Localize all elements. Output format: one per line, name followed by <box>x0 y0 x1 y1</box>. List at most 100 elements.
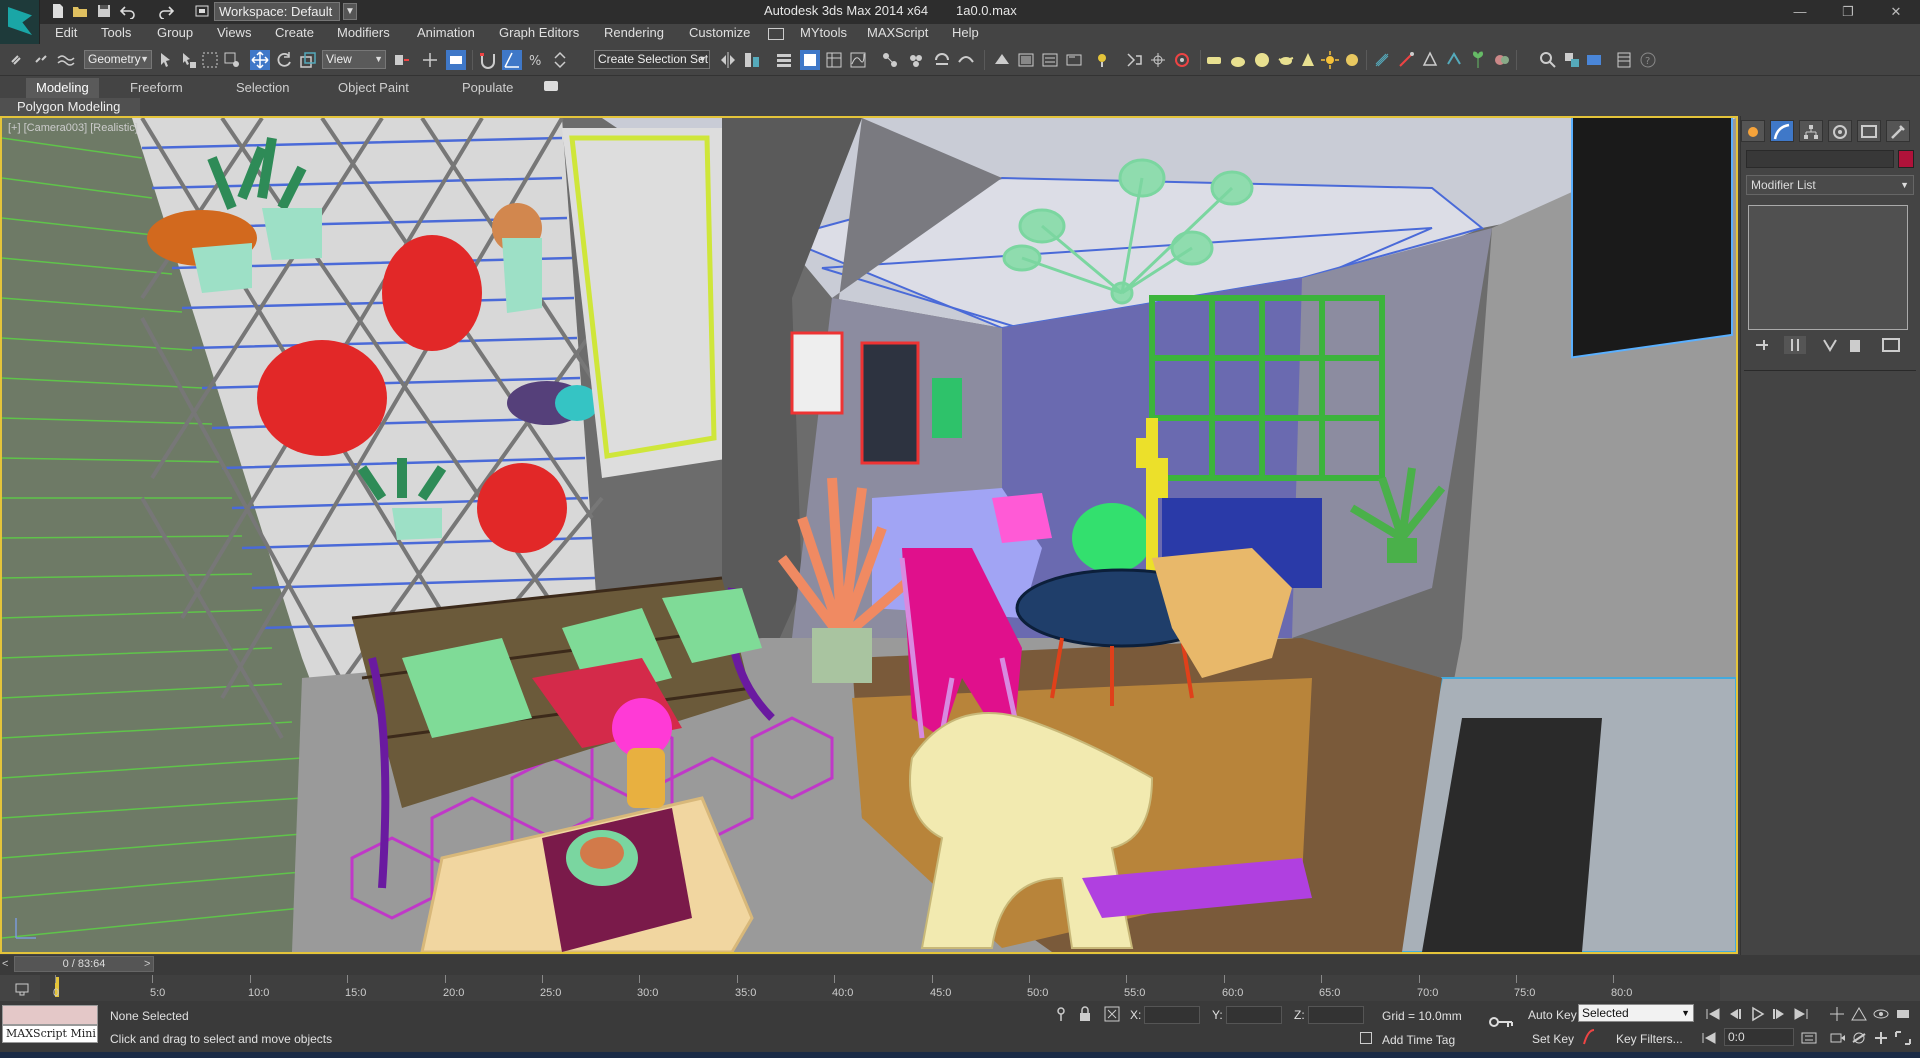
select-and-manipulate-icon[interactable] <box>420 50 440 70</box>
mini-curve-editor-icon[interactable] <box>14 982 30 996</box>
menu-animation[interactable]: Animation <box>417 25 475 40</box>
field-of-view-icon[interactable] <box>1850 1006 1868 1022</box>
bone-tool-icon[interactable] <box>1396 50 1416 70</box>
help-icon[interactable]: ? <box>1638 50 1658 70</box>
menu-create[interactable]: Create <box>275 25 314 40</box>
pin-stack-icon[interactable] <box>1752 336 1774 354</box>
time-slider[interactable]: 0 / 83:64 <box>14 956 154 972</box>
orbit-camera-icon[interactable] <box>1872 1006 1890 1022</box>
display-tab-icon[interactable] <box>1857 120 1881 142</box>
remove-modifier-icon[interactable] <box>1844 336 1866 354</box>
roll-camera-icon[interactable] <box>1850 1030 1868 1046</box>
helper-tool-icon[interactable] <box>1420 50 1440 70</box>
render-frame-icon[interactable] <box>956 50 976 70</box>
curve-editor-icon[interactable] <box>848 50 868 70</box>
key-mode-dropdown[interactable]: Selected ▼ <box>1578 1004 1694 1022</box>
link-icon[interactable] <box>8 50 28 70</box>
scene-explorer-toggle-icon[interactable] <box>800 50 820 70</box>
track-bar[interactable] <box>40 975 1720 1001</box>
set-key-button[interactable]: Set Key <box>1532 1032 1574 1046</box>
select-and-move-icon[interactable] <box>250 50 270 70</box>
layer-manager-icon[interactable] <box>774 50 794 70</box>
zoom-icon[interactable] <box>1538 50 1558 70</box>
utilities-tab-icon[interactable] <box>1886 120 1910 142</box>
redo-icon[interactable] <box>158 3 175 20</box>
tab-freeform[interactable]: Freeform <box>120 78 193 98</box>
menu-mytools[interactable]: MYtools <box>800 25 847 40</box>
app-logo-icon[interactable] <box>0 0 40 44</box>
pivot-center-icon[interactable] <box>390 50 410 70</box>
motion-tab-icon[interactable] <box>1828 120 1852 142</box>
dolly-camera-icon[interactable] <box>1894 1006 1912 1022</box>
render-setup-icon[interactable] <box>932 50 952 70</box>
align-icon[interactable] <box>742 50 762 70</box>
hierarchy-tab-icon[interactable] <box>1799 120 1823 142</box>
select-object-icon[interactable] <box>156 50 176 70</box>
key-mode-toggle-icon[interactable] <box>1700 1030 1718 1046</box>
isolate-selection-icon[interactable] <box>1054 1006 1068 1022</box>
plane-primitive-icon[interactable] <box>1204 50 1224 70</box>
configure-modifier-sets-icon[interactable] <box>1880 336 1902 354</box>
y-coordinate-field[interactable] <box>1226 1006 1282 1024</box>
create-tab-icon[interactable] <box>1741 120 1765 142</box>
maximize-button[interactable]: ❐ <box>1828 2 1868 22</box>
light-lister-icon[interactable] <box>1094 50 1114 70</box>
named-selection-dropdown[interactable]: Create Selection Set ▼ <box>594 50 710 69</box>
render-iterative-icon[interactable] <box>1040 50 1060 70</box>
time-configuration-icon[interactable] <box>1800 1030 1818 1046</box>
schematic-view-icon[interactable] <box>880 50 900 70</box>
zoom-extents-icon[interactable] <box>1828 1006 1846 1022</box>
absolute-mode-icon[interactable] <box>1104 1006 1120 1022</box>
maxscript-listener[interactable] <box>2 1005 98 1025</box>
snaps-toggle-icon[interactable] <box>478 50 498 70</box>
select-and-rotate-icon[interactable] <box>274 50 294 70</box>
sphere-primitive-icon[interactable] <box>1252 50 1272 70</box>
maximize-viewport-icon[interactable] <box>1894 1030 1912 1046</box>
modifier-list-dropdown[interactable]: Modifier List ▼ <box>1746 175 1914 195</box>
render-frame-window-icon[interactable] <box>1016 50 1036 70</box>
set-key-mode-icon[interactable] <box>1488 1014 1514 1030</box>
auto-key-button[interactable]: Auto Key <box>1528 1008 1577 1022</box>
z-coordinate-field[interactable] <box>1308 1006 1364 1024</box>
pan-view-icon[interactable] <box>1872 1030 1890 1046</box>
default-in-out-tangent-icon[interactable] <box>1582 1028 1596 1046</box>
omni-light-icon[interactable] <box>1342 50 1362 70</box>
x-coordinate-field[interactable] <box>1144 1006 1200 1024</box>
minimize-button[interactable]: — <box>1780 2 1820 22</box>
reactor-icon[interactable] <box>1172 50 1192 70</box>
play-icon[interactable] <box>1748 1006 1766 1022</box>
reference-coordinate-dropdown[interactable]: View ▼ <box>322 50 386 69</box>
viewport-label[interactable]: [+] [Camera003] [Realistic] <box>8 122 138 134</box>
object-paint-icon[interactable] <box>1492 50 1512 70</box>
sun-light-icon[interactable] <box>1320 50 1340 70</box>
go-to-end-icon[interactable] <box>1792 1006 1810 1022</box>
menu-graph-editors[interactable]: Graph Editors <box>499 25 579 40</box>
select-by-name-icon[interactable] <box>178 50 198 70</box>
project-folder-icon[interactable] <box>194 3 210 19</box>
new-file-icon[interactable] <box>50 3 66 19</box>
scene-explorer-icon[interactable] <box>768 28 784 40</box>
tab-object-paint[interactable]: Object Paint <box>328 78 419 98</box>
tab-populate[interactable]: Populate <box>452 78 523 98</box>
unlink-icon[interactable] <box>32 50 52 70</box>
make-unique-icon[interactable] <box>1820 336 1842 354</box>
material-editor-icon[interactable] <box>906 50 926 70</box>
open-file-icon[interactable] <box>72 3 88 19</box>
keyboard-shortcut-override-icon[interactable] <box>446 50 466 70</box>
select-and-scale-icon[interactable] <box>298 50 318 70</box>
save-file-icon[interactable] <box>96 3 112 19</box>
mirror-icon[interactable] <box>718 50 738 70</box>
tab-modeling[interactable]: Modeling <box>26 78 99 98</box>
time-tag-icon[interactable] <box>1360 1032 1372 1044</box>
maxscript-mini-input[interactable]: MAXScript Mini <box>2 1025 98 1043</box>
bind-space-warp-icon[interactable] <box>56 50 76 70</box>
active-shade-icon[interactable] <box>1064 50 1084 70</box>
menu-group[interactable]: Group <box>157 25 193 40</box>
container-icon[interactable] <box>1584 50 1604 70</box>
tab-selection[interactable]: Selection <box>226 78 299 98</box>
graphite-tools-icon[interactable] <box>824 50 844 70</box>
show-end-result-icon[interactable] <box>1784 336 1806 354</box>
spinner-snap-icon[interactable] <box>550 50 570 70</box>
add-time-tag[interactable]: Add Time Tag <box>1382 1033 1455 1047</box>
selection-filter-dropdown[interactable]: Geometry ▼ <box>84 50 152 69</box>
